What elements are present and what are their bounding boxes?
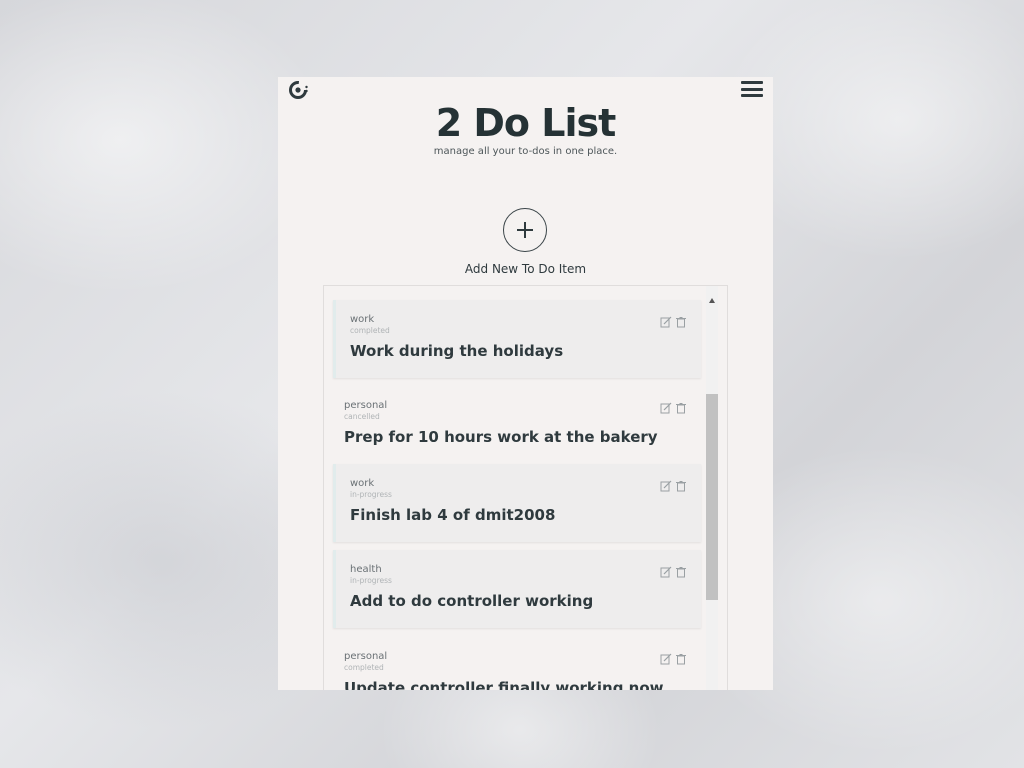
trash-icon[interactable] (675, 480, 687, 492)
scrollbar-thumb[interactable] (706, 394, 718, 600)
todo-status: in-progress (350, 576, 392, 585)
todo-actions (660, 316, 687, 328)
todo-actions (660, 480, 687, 492)
todo-category: work (350, 314, 375, 325)
app-panel: 2 Do List manage all your to-dos in one … (278, 77, 773, 690)
todo-title: Add to do controller working (350, 592, 594, 610)
todo-title: Update controller finally working now (344, 679, 664, 690)
todo-category: personal (344, 651, 388, 662)
todo-actions (660, 402, 687, 414)
todo-item[interactable]: work completed Work during the holidays (333, 300, 701, 378)
edit-icon[interactable] (660, 653, 672, 665)
todo-item[interactable]: health in-progress Add to do controller … (333, 550, 701, 628)
add-todo-label: Add New To Do Item (464, 262, 587, 276)
todo-category: health (350, 564, 382, 575)
hamburger-menu-icon[interactable] (741, 81, 763, 99)
todo-status: completed (344, 663, 384, 672)
page-subtitle: manage all your to-dos in one place. (433, 146, 618, 157)
trash-icon[interactable] (675, 566, 687, 578)
todo-item[interactable]: work in-progress Finish lab 4 of dmit200… (333, 464, 701, 542)
todo-status: cancelled (344, 412, 380, 421)
todo-list-container: work completed Work during the holidays … (323, 285, 728, 690)
todo-category: work (350, 478, 375, 489)
todo-status: completed (350, 326, 390, 335)
scroll-up-arrow-icon[interactable] (709, 298, 715, 303)
todo-item[interactable]: personal cancelled Prep for 10 hours wor… (330, 386, 701, 464)
todo-status: in-progress (350, 490, 392, 499)
todo-title: Prep for 10 hours work at the bakery (344, 428, 658, 446)
plus-icon (517, 222, 533, 238)
todo-actions (660, 653, 687, 665)
list-scrollbar[interactable] (706, 286, 718, 690)
trash-icon[interactable] (675, 653, 687, 665)
todo-item[interactable]: personal completed Update controller fin… (330, 637, 701, 690)
app-logo-icon[interactable] (287, 79, 309, 101)
edit-icon[interactable] (660, 316, 672, 328)
todo-actions (660, 566, 687, 578)
add-todo-button[interactable] (503, 208, 547, 252)
todo-title: Work during the holidays (350, 342, 564, 360)
todo-list: work completed Work during the holidays … (324, 286, 705, 690)
trash-icon[interactable] (675, 316, 687, 328)
edit-icon[interactable] (660, 566, 672, 578)
todo-category: personal (344, 400, 388, 411)
edit-icon[interactable] (660, 480, 672, 492)
todo-title: Finish lab 4 of dmit2008 (350, 506, 556, 524)
edit-icon[interactable] (660, 402, 672, 414)
trash-icon[interactable] (675, 402, 687, 414)
page-title: 2 Do List (435, 101, 617, 145)
